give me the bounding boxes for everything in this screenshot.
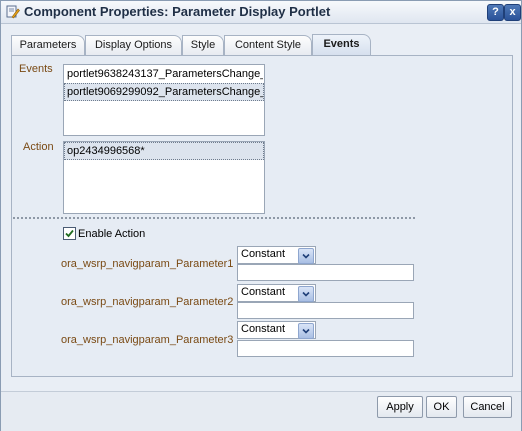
help-icon[interactable]: ? — [487, 4, 504, 21]
parameter-3-value-input[interactable] — [237, 340, 414, 357]
chevron-down-icon[interactable] — [298, 286, 314, 302]
events-listbox[interactable]: portlet9638243137_ParametersChange_E por… — [63, 64, 265, 136]
chevron-down-icon[interactable] — [298, 323, 314, 339]
close-icon[interactable]: x — [504, 4, 521, 21]
parameter-1-value-input[interactable] — [237, 264, 414, 281]
tab-content-style[interactable]: Content Style — [224, 35, 312, 55]
parameter-1-type-select[interactable]: Constant — [237, 246, 316, 264]
events-label: Events — [19, 63, 53, 75]
action-listbox[interactable]: op2434996568* — [63, 141, 265, 214]
action-item[interactable]: op2434996568* — [64, 142, 264, 160]
parameter-2-type-value: Constant — [241, 286, 286, 298]
event-item[interactable]: portlet9069299092_ParametersChange_E — [64, 83, 264, 101]
tab-style[interactable]: Style — [182, 35, 224, 55]
dialog-footer: Apply OK Cancel — [1, 391, 521, 431]
parameter-3-type-select[interactable]: Constant — [237, 321, 316, 339]
enable-action-label: Enable Action — [78, 228, 146, 240]
tab-display-options[interactable]: Display Options — [85, 35, 182, 55]
tab-events[interactable]: Events — [312, 34, 371, 55]
section-divider — [13, 217, 415, 220]
cancel-button[interactable]: Cancel — [463, 396, 512, 418]
parameter-2-value-input[interactable] — [237, 302, 414, 319]
dialog-title: Component Properties: Parameter Display … — [24, 4, 331, 19]
edit-pencil-icon — [6, 5, 20, 19]
parameter-3-type-value: Constant — [241, 323, 286, 335]
enable-action-checkbox[interactable] — [63, 227, 76, 240]
parameter-1-type-value: Constant — [241, 248, 286, 260]
ok-button[interactable]: OK — [426, 396, 457, 418]
component-properties-dialog: Component Properties: Parameter Display … — [0, 0, 522, 431]
action-label: Action — [23, 141, 54, 153]
title-bar[interactable]: Component Properties: Parameter Display … — [1, 1, 521, 24]
checkmark-icon — [65, 229, 74, 238]
apply-button[interactable]: Apply — [377, 396, 423, 418]
chevron-down-icon[interactable] — [298, 248, 314, 264]
parameter-2-type-select[interactable]: Constant — [237, 284, 316, 302]
parameter-2-label: ora_wsrp_navigparam_Parameter2 — [61, 296, 234, 308]
tab-parameters[interactable]: Parameters — [11, 35, 85, 55]
parameter-1-label: ora_wsrp_navigparam_Parameter1 — [61, 258, 234, 270]
parameter-3-label: ora_wsrp_navigparam_Parameter3 — [61, 334, 234, 346]
event-item[interactable]: portlet9638243137_ParametersChange_E — [64, 65, 264, 83]
